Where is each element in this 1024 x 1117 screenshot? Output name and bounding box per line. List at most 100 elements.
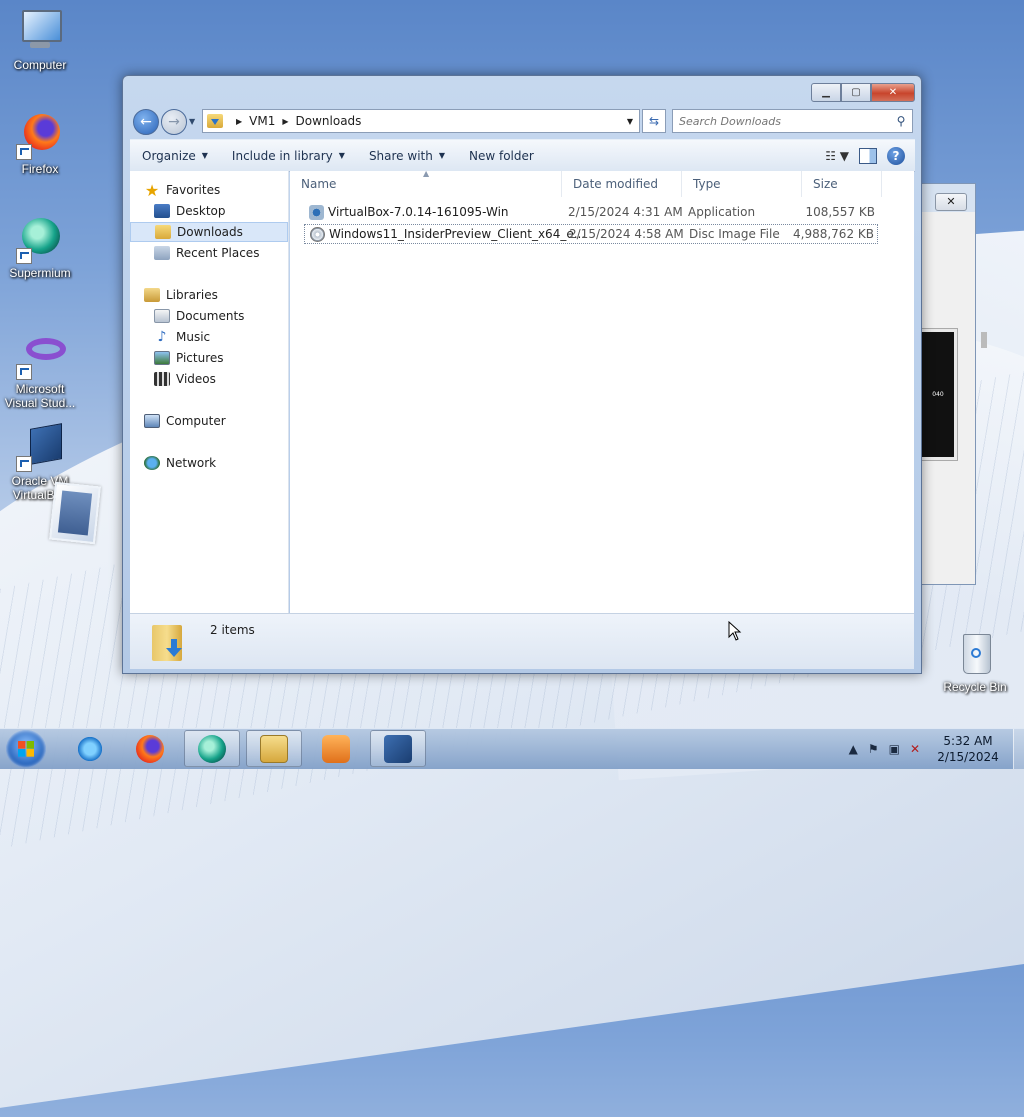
taskbar-virtualbox[interactable] (370, 730, 426, 767)
wallpaper-frame (49, 481, 101, 545)
preview-pane-button[interactable] (859, 147, 877, 164)
start-button[interactable] (6, 730, 46, 768)
maximize-button[interactable]: ▢ (841, 83, 871, 102)
file-name: Windows11_InsiderPreview_Client_x64_e... (329, 227, 586, 241)
file-size: 108,557 KB (805, 205, 875, 219)
nav-favorites[interactable]: ★ Favorites (144, 180, 302, 200)
column-header-date-modified[interactable]: Date modified (562, 171, 682, 197)
desktop-icon-supermium[interactable]: Supermium (0, 216, 80, 280)
view-controls: ☷ ▼ ? (825, 146, 915, 165)
include-in-library-button[interactable]: Include in library ▼ (220, 140, 357, 171)
address-dropdown-icon[interactable]: ▼ (627, 117, 633, 126)
nav-computer[interactable]: Computer (144, 411, 302, 431)
star-icon: ★ (144, 180, 160, 200)
chevron-down-icon: ▼ (338, 151, 345, 160)
media-player-icon (322, 734, 350, 763)
new-folder-button[interactable]: New folder (457, 140, 546, 171)
network-tray-icon[interactable]: ▣ (889, 742, 900, 756)
change-view-button[interactable]: ☷ ▼ (825, 149, 849, 163)
nav-network[interactable]: Network (144, 453, 302, 473)
recycle-bin-icon (951, 630, 999, 678)
file-size: 4,988,762 KB (793, 227, 874, 241)
search-input[interactable] (673, 113, 894, 129)
help-icon[interactable]: ? (887, 146, 905, 165)
desktop-icon-computer[interactable]: Computer (0, 8, 80, 72)
vm-preview-screen: 040 (919, 329, 957, 460)
nav-computer-label: Computer (166, 414, 226, 428)
organize-label: Organize (142, 148, 196, 163)
nav-music[interactable]: ♪ Music (154, 327, 312, 347)
desktop-icon-recycle-bin[interactable]: Recycle Bin (935, 630, 1015, 694)
back-button[interactable]: ← (133, 109, 159, 135)
desktop-icon-firefox[interactable]: Firefox (0, 112, 80, 176)
computer-icon (16, 8, 64, 56)
refresh-button[interactable]: ⇆ (642, 109, 666, 133)
mouse-cursor-icon (728, 621, 742, 641)
nav-recent-places[interactable]: Recent Places (154, 243, 312, 263)
navigation-pane: ★ Favorites Desktop Downloads Recent Pla… (130, 171, 289, 613)
file-date: 2/15/2024 4:58 AM (569, 227, 684, 241)
breadcrumb-separator-icon[interactable]: ▶ (282, 117, 288, 126)
folder-icon (260, 734, 288, 763)
volume-muted-icon[interactable]: ✕ (910, 742, 920, 756)
network-icon (144, 456, 160, 470)
disc-image-icon (310, 227, 325, 242)
magnifier-icon[interactable]: ⚲ (894, 114, 908, 128)
file-type: Application (688, 205, 756, 219)
breadcrumb-vm1[interactable]: VM1 (249, 114, 275, 128)
taskbar-firefox[interactable] (122, 730, 178, 767)
supermium-icon (16, 216, 64, 264)
nav-videos[interactable]: Videos (154, 369, 312, 389)
nav-downloads[interactable]: Downloads (130, 222, 288, 242)
file-row[interactable]: Windows11_InsiderPreview_Client_x64_e...… (304, 224, 878, 244)
search-box[interactable]: ⚲ (672, 109, 913, 133)
column-header-size[interactable]: Size (802, 171, 882, 197)
virtualbox-icon (384, 734, 412, 763)
share-with-button[interactable]: Share with ▼ (357, 140, 457, 171)
organize-button[interactable]: Organize ▼ (130, 140, 220, 171)
shortcut-arrow-icon (16, 248, 32, 264)
include-in-library-label: Include in library (231, 148, 333, 163)
background-window-close-button[interactable]: ✕ (935, 193, 967, 211)
desktop-icon-label: Supermium (9, 266, 71, 280)
taskbar-windows-explorer[interactable] (246, 730, 302, 767)
desktop-icon (154, 204, 170, 218)
chevron-down-icon: ▼ (201, 151, 208, 160)
column-header-name[interactable]: ▲ Name (290, 169, 562, 197)
taskbar-supermium[interactable] (184, 730, 240, 767)
show-hidden-icons-button[interactable]: ▲ (849, 742, 858, 756)
shortcut-arrow-icon (16, 364, 32, 380)
minimize-button[interactable]: ▁ (811, 83, 841, 102)
close-button[interactable]: ✕ (871, 83, 915, 102)
shortcut-arrow-icon (16, 456, 32, 472)
desktop-icon-label-2: Visual Stud... (4, 396, 76, 410)
item-count: 2 items (210, 623, 255, 637)
nav-pictures[interactable]: Pictures (154, 348, 312, 368)
desktop-icon-label-1: Microsoft (15, 382, 65, 396)
breadcrumb-downloads[interactable]: Downloads (296, 114, 362, 128)
share-with-label: Share with (368, 148, 433, 163)
nav-desktop[interactable]: Desktop (154, 201, 312, 221)
clock[interactable]: 5:32 AM 2/15/2024 (933, 733, 1003, 765)
nav-documents[interactable]: Documents (154, 306, 312, 326)
downloads-folder-icon (207, 114, 223, 128)
desktop-icon-visual-studio[interactable]: Microsoft Visual Stud... (0, 332, 80, 410)
nav-recent-places-label: Recent Places (176, 246, 260, 260)
address-bar[interactable]: ▶ VM1 ▶ Downloads ▼ (202, 109, 640, 133)
sort-ascending-icon: ▲ (423, 169, 430, 178)
nav-libraries[interactable]: Libraries (144, 285, 302, 305)
recent-pages-dropdown[interactable]: ▼ (189, 117, 195, 126)
taskbar-media-player[interactable] (308, 730, 364, 767)
action-center-flag-icon[interactable]: ⚑ (868, 742, 879, 756)
breadcrumb-separator-icon[interactable]: ▶ (236, 117, 242, 126)
scrollbar-thumb[interactable] (981, 332, 987, 348)
column-header-type[interactable]: Type (682, 171, 802, 197)
visual-studio-icon (16, 332, 66, 380)
taskbar-internet-explorer[interactable] (62, 730, 118, 767)
explorer-window[interactable]: ▁ ▢ ✕ ← → ▼ ▶ VM1 ▶ Downloads ▼ ⇆ ⚲ Orga… (122, 75, 922, 674)
nav-downloads-label: Downloads (177, 225, 243, 239)
forward-button[interactable]: → (161, 109, 187, 135)
file-row[interactable]: VirtualBox-7.0.14-161095-Win 2/15/2024 4… (304, 203, 878, 223)
show-desktop-button[interactable] (1013, 729, 1024, 769)
nav-videos-label: Videos (176, 372, 216, 386)
